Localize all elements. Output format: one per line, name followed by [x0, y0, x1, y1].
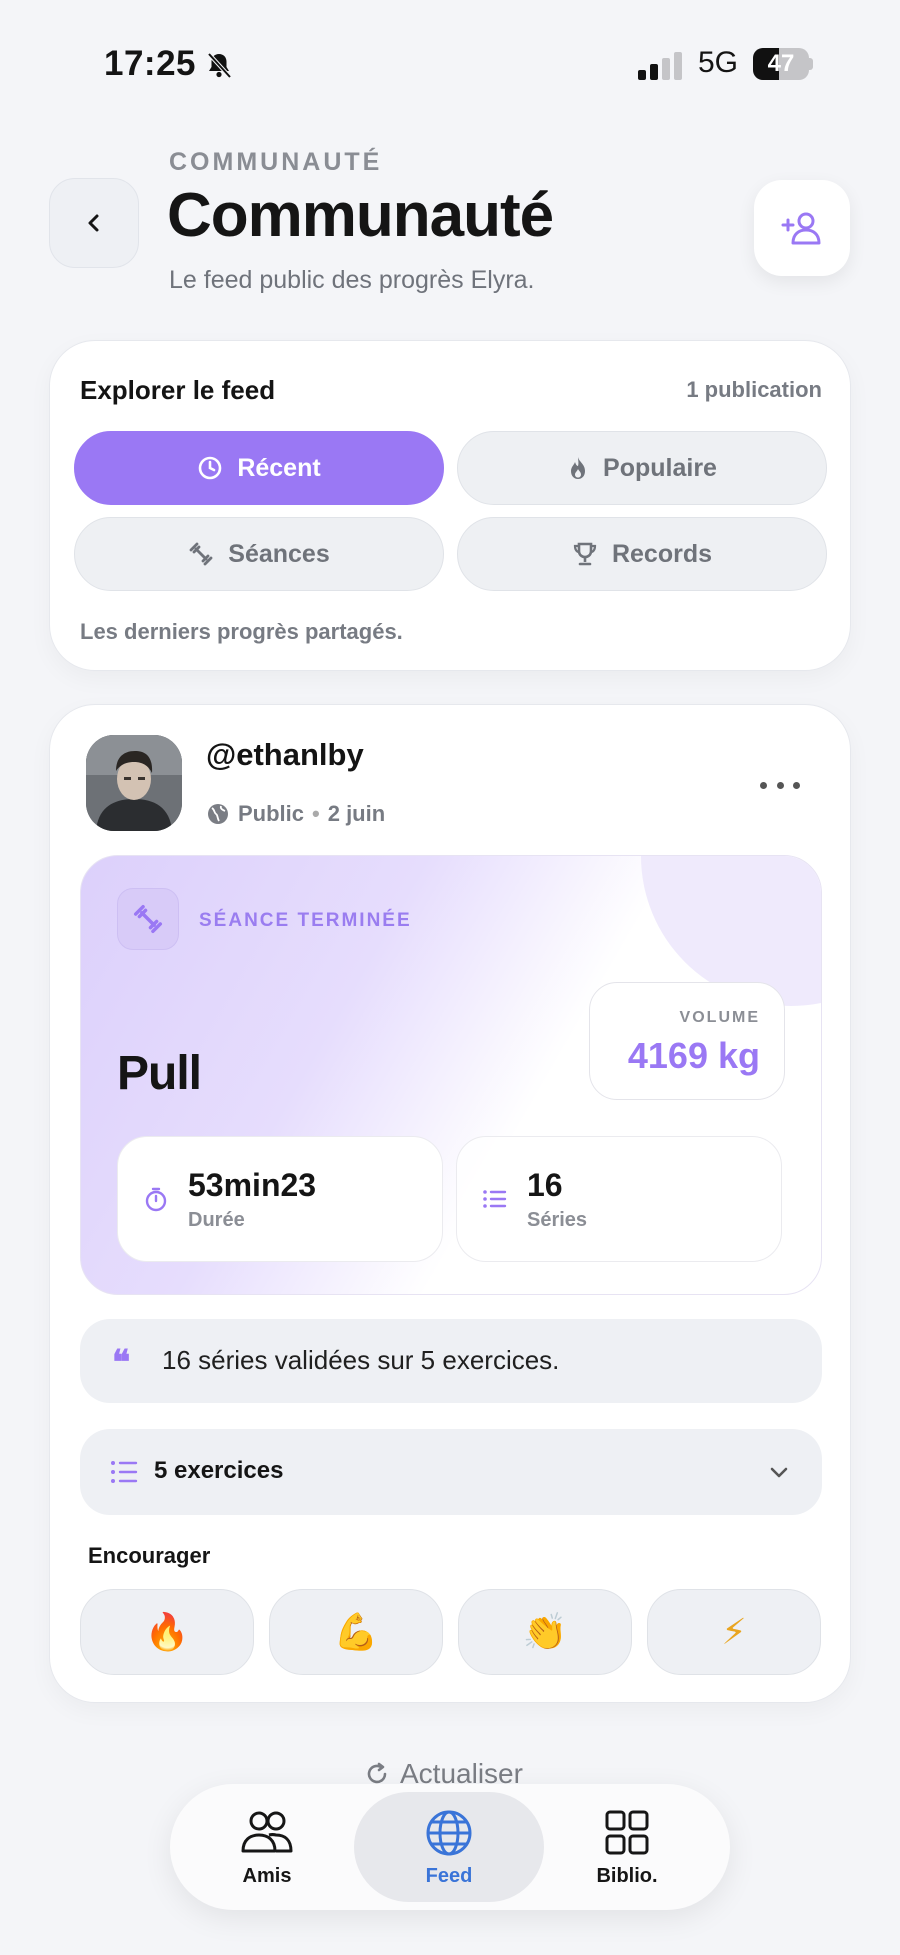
filter-popular-button[interactable]: Populaire	[457, 431, 827, 505]
dumbbell-icon	[133, 904, 163, 934]
add-friend-button[interactable]	[754, 180, 850, 276]
post-visibility: Public	[238, 801, 305, 826]
globe-icon	[208, 804, 228, 824]
session-badge: SÉANCE TERMINÉE	[199, 910, 412, 931]
community-screen: 17:25 5G 47 COMMUNAUTÉ Communauté Le fee…	[0, 0, 900, 1955]
volume-value: 4169 kg	[627, 1035, 760, 1076]
page-title: Communauté	[167, 181, 554, 250]
volume-box: VOLUME 4169 kg	[589, 982, 785, 1100]
dumbbell-icon	[189, 542, 213, 566]
series-label: Séries	[527, 1209, 588, 1231]
explore-caption: Les derniers progrès partagés.	[80, 619, 403, 644]
session-summary-panel[interactable]: SÉANCE TERMINÉE Pull VOLUME 4169 kg 53mi…	[80, 855, 822, 1295]
post-date: 2 juin	[327, 801, 386, 826]
volume-label: VOLUME	[679, 1009, 760, 1026]
duration-label: Durée	[188, 1209, 245, 1231]
status-bar: 17:25 5G 47	[0, 42, 900, 92]
post-username[interactable]: @ethanlby	[206, 737, 364, 773]
react-clap-button[interactable]: 👏	[458, 1589, 632, 1675]
nav-item-biblio[interactable]: Biblio.	[532, 1792, 722, 1902]
nav-label-amis: Amis	[242, 1864, 292, 1887]
globe-icon	[426, 1810, 472, 1855]
nav-item-amis[interactable]: Amis	[172, 1792, 362, 1902]
exercises-toggle[interactable]: 5 exercices	[80, 1429, 822, 1515]
post-card: @ethanlby Public • 2 juin SÉANCE TERMINÉ…	[49, 704, 851, 1703]
explore-title: Explorer le feed	[80, 375, 276, 405]
exercises-label: 5 exercices	[154, 1457, 284, 1484]
header-eyebrow: COMMUNAUTÉ	[169, 148, 383, 176]
battery-level: 47	[767, 50, 795, 77]
filter-sessions-label: Séances	[228, 539, 330, 568]
nav-label-feed: Feed	[425, 1864, 473, 1887]
filter-sessions-button[interactable]: Séances	[74, 517, 444, 591]
session-icon-box	[117, 888, 179, 950]
duration-stat: 53min23 Durée	[117, 1136, 443, 1262]
react-fire-button[interactable]: 🔥	[80, 1589, 254, 1675]
trophy-icon	[573, 542, 597, 566]
series-stat: 16 Séries	[456, 1136, 782, 1262]
list-icon	[111, 1461, 138, 1483]
explore-feed-card: Explorer le feed 1 publication Récent Po…	[49, 340, 851, 671]
more-options-button[interactable]	[760, 773, 800, 797]
avatar[interactable]	[86, 735, 182, 831]
react-muscle-button[interactable]: 💪	[269, 1589, 443, 1675]
back-button[interactable]	[49, 178, 139, 268]
add-user-icon	[781, 212, 821, 245]
series-value: 16	[527, 1167, 563, 1203]
clock-icon	[199, 456, 222, 480]
filter-popular-label: Populaire	[603, 453, 717, 482]
quote-icon: ❝	[112, 1343, 131, 1383]
meta-separator: •	[312, 801, 320, 826]
duration-value: 53min23	[188, 1167, 317, 1203]
network-label: 5G	[698, 46, 739, 79]
more-dot-icon	[760, 781, 767, 789]
post-meta: Public • 2 juin	[206, 801, 385, 827]
filter-records-label: Records	[611, 539, 713, 568]
filter-recent-button[interactable]: Récent	[74, 431, 444, 505]
grid-icon	[605, 1810, 649, 1854]
list-icon	[483, 1190, 507, 1208]
quote-text: 16 séries validées sur 5 exercices.	[162, 1345, 560, 1375]
chevron-left-icon	[88, 214, 99, 232]
publication-count: 1 publication	[686, 377, 822, 402]
avatar-image	[86, 735, 182, 831]
nav-item-feed[interactable]: Feed	[354, 1792, 544, 1902]
signal-icon	[638, 52, 682, 80]
bottom-nav: Amis Feed Biblio.	[170, 1784, 730, 1910]
status-time: 17:25	[104, 44, 197, 83]
bell-muted-icon	[207, 52, 232, 79]
flame-icon	[571, 457, 586, 479]
post-quote: ❝ 16 séries validées sur 5 exercices.	[80, 1319, 822, 1403]
stopwatch-icon	[145, 1187, 167, 1212]
battery-icon: 47	[753, 48, 813, 80]
encourage-title: Encourager	[88, 1543, 211, 1568]
filter-records-button[interactable]: Records	[457, 517, 827, 591]
nav-label-biblio: Biblio.	[596, 1864, 658, 1887]
friends-icon	[241, 1811, 293, 1852]
chevron-down-icon	[770, 1467, 788, 1478]
session-name: Pull	[117, 1047, 202, 1100]
filter-recent-label: Récent	[237, 453, 321, 482]
page-subtitle: Le feed public des progrès Elyra.	[169, 266, 535, 294]
react-bolt-button[interactable]: ⚡	[647, 1589, 821, 1675]
